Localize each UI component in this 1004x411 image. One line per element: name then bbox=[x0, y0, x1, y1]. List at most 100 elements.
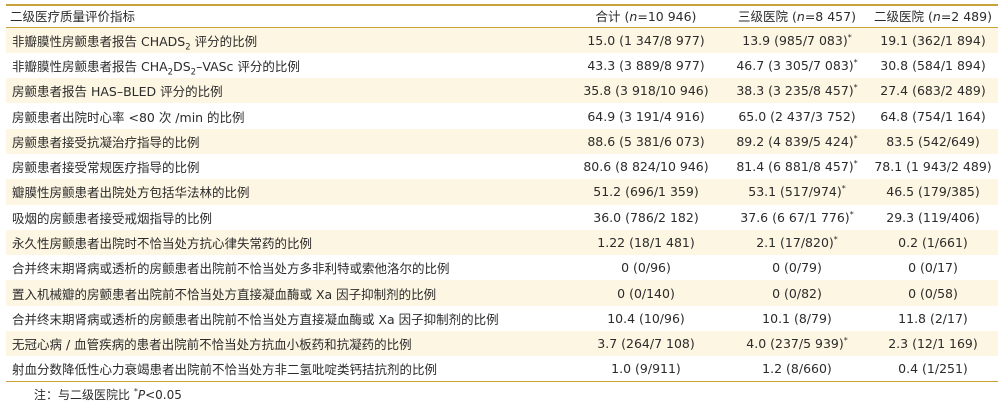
header-total: 合计 (n=10 946) bbox=[566, 5, 726, 28]
row-indicator-text: 非瓣膜性房颤患者报告 CHA bbox=[12, 58, 168, 74]
quality-indicator-table: 二级医疗质量评价指标 合计 (n=10 946) 三级医院 (n=8 457) … bbox=[6, 4, 998, 383]
row-tertiary: 10.1 (8/79) bbox=[726, 306, 868, 331]
row-total: 35.8 (3 918/10 946) bbox=[583, 83, 709, 99]
row-tertiary: 4.0 (237/5 939)* bbox=[726, 331, 868, 356]
table-row: 置入机械瓣的房颤患者出院前不恰当处方直接凝血酶或 Xa 因子抑制剂的比例 0 (… bbox=[6, 280, 998, 306]
header-secondary-label: 二级医院 ( bbox=[874, 9, 933, 24]
row-tertiary: 2.1 (17/820)* bbox=[726, 230, 868, 255]
row-indicator: 房颤患者接受抗凝治疗指导的比例 bbox=[12, 134, 200, 150]
header-row: 二级医疗质量评价指标 合计 (n=10 946) 三级医院 (n=8 457) … bbox=[6, 5, 998, 28]
row-secondary: 30.8 (584/1 894) bbox=[880, 57, 986, 73]
header-secondary: 二级医院 (n=2 489) bbox=[868, 5, 998, 28]
significance-marker: * bbox=[841, 184, 846, 194]
significance-marker: * bbox=[833, 234, 838, 244]
table-body: 非瓣膜性房颤患者报告 CHADS2 评分的比例 15.0 (1 347/8 97… bbox=[6, 27, 998, 383]
row-secondary: 0 (0/17) bbox=[908, 260, 958, 276]
row-total: 36.0 (786/2 182) bbox=[593, 209, 699, 225]
header-indicator-label: 二级医疗质量评价指标 bbox=[10, 9, 136, 24]
row-tertiary-value: 10.1 (8/79) bbox=[762, 310, 832, 326]
footnote-p: P bbox=[137, 388, 146, 402]
row-indicator: 置入机械瓣的房颤患者出院前不恰当处方直接凝血酶或 Xa 因子抑制剂的比例 bbox=[12, 286, 437, 302]
row-tertiary-value: 38.3 (3 235/8 457) bbox=[736, 83, 854, 99]
header-tertiary-label: 三级医院 ( bbox=[738, 9, 797, 24]
footnote-text: 注：与二级医院比 bbox=[34, 388, 134, 402]
row-tertiary: 46.7 (3 305/7 083)* bbox=[726, 53, 868, 78]
header-indicator: 二级医疗质量评价指标 bbox=[6, 5, 566, 28]
table-row: 永久性房颤患者出院时不恰当处方抗心律失常药的比例 1.22 (18/1 481)… bbox=[6, 229, 998, 256]
table-row: 房颤患者接受抗凝治疗指导的比例 88.6 (5 381/6 073) 89.2 … bbox=[6, 128, 998, 154]
row-tertiary-value: 2.1 (17/820) bbox=[756, 235, 834, 251]
row-tertiary: 37.6 (6 67/1 776)* bbox=[726, 205, 868, 230]
row-tertiary-value: 81.4 (6 881/8 457) bbox=[736, 159, 854, 175]
table-row: 非瓣膜性房颤患者报告 CHADS2 评分的比例 15.0 (1 347/8 97… bbox=[6, 27, 998, 53]
row-total: 15.0 (1 347/8 977) bbox=[587, 32, 705, 48]
row-tertiary: 53.1 (517/974)* bbox=[726, 179, 868, 204]
table-row: 合并终末期肾病或透析的房颤患者出院前不恰当处方多非利特或索他洛尔的比例 0 (0… bbox=[6, 255, 998, 281]
row-tertiary-value: 0 (0/79) bbox=[772, 260, 822, 276]
row-total: 64.9 (3 191/4 916) bbox=[587, 108, 705, 124]
footnote-threshold: <0.05 bbox=[145, 388, 182, 402]
significance-marker: * bbox=[853, 133, 858, 143]
row-indicator-text: 非瓣膜性房颤患者报告 CHADS bbox=[12, 33, 186, 49]
row-total: 10.4 (10/96) bbox=[607, 310, 685, 326]
row-total: 51.2 (696/1 359) bbox=[593, 184, 699, 200]
table-row: 吸烟的房颤患者接受戒烟指导的比例 36.0 (786/2 182) 37.6 (… bbox=[6, 204, 998, 230]
row-tertiary-value: 1.2 (8/660) bbox=[762, 361, 832, 377]
row-tertiary-value: 53.1 (517/974) bbox=[748, 184, 842, 200]
table-row: 射血分数降低性心力衰竭患者出院前不恰当处方非二氢吡啶类钙拮抗剂的比例 1.0 (… bbox=[6, 356, 998, 383]
significance-marker: * bbox=[843, 336, 848, 346]
row-total: 1.22 (18/1 481) bbox=[597, 235, 695, 251]
row-indicator: 永久性房颤患者出院时不恰当处方抗心律失常药的比例 bbox=[12, 236, 313, 252]
row-secondary: 0.2 (1/661) bbox=[898, 235, 968, 251]
row-indicator-text-mid: DS bbox=[173, 58, 191, 74]
row-tertiary: 89.2 (4 839/5 424)* bbox=[726, 129, 868, 154]
significance-marker: * bbox=[853, 83, 858, 93]
row-total: 0 (0/96) bbox=[621, 260, 671, 276]
row-secondary: 83.5 (542/649) bbox=[886, 133, 980, 149]
row-tertiary: 81.4 (6 881/8 457)* bbox=[726, 154, 868, 179]
row-secondary: 0 (0/58) bbox=[908, 285, 958, 301]
row-indicator: 房颤患者出院时心率 <80 次 /min 的比例 bbox=[12, 109, 245, 125]
table-row: 房颤患者出院时心率 <80 次 /min 的比例 64.9 (3 191/4 9… bbox=[6, 103, 998, 129]
row-tertiary-value: 65.0 (2 437/3 752) bbox=[738, 108, 856, 124]
row-secondary: 64.8 (754/1 164) bbox=[880, 108, 986, 124]
header-total-label: 合计 ( bbox=[595, 9, 630, 24]
row-tertiary-value: 37.6 (6 67/1 776) bbox=[740, 209, 850, 225]
row-tertiary: 0 (0/82) bbox=[726, 280, 868, 305]
table-row: 瓣膜性房颤患者出院处方包括华法林的比例 51.2 (696/1 359) 53.… bbox=[6, 179, 998, 205]
row-tertiary-value: 0 (0/82) bbox=[772, 285, 822, 301]
header-tertiary: 三级医院 (n=8 457) bbox=[726, 5, 868, 28]
row-indicator: 合并终末期肾病或透析的房颤患者出院前不恰当处方多非利特或索他洛尔的比例 bbox=[12, 261, 450, 277]
row-indicator: 非瓣膜性房颤患者报告 CHA2DS2–VASc 评分的比例 bbox=[6, 53, 566, 78]
row-tertiary: 38.3 (3 235/8 457)* bbox=[726, 78, 868, 103]
header-tertiary-n: n bbox=[796, 9, 805, 24]
row-tertiary-value: 13.9 (985/7 083) bbox=[742, 32, 848, 48]
row-secondary: 29.3 (119/406) bbox=[886, 209, 980, 225]
row-total: 3.7 (264/7 108) bbox=[597, 336, 695, 352]
row-tertiary: 1.2 (8/660) bbox=[726, 356, 868, 383]
row-tertiary-value: 46.7 (3 305/7 083) bbox=[736, 57, 854, 73]
row-indicator-text-end: 评分的比例 bbox=[190, 33, 258, 49]
row-indicator-text-end: –VASc 评分的比例 bbox=[196, 58, 300, 74]
row-indicator: 非瓣膜性房颤患者报告 CHADS2 评分的比例 bbox=[6, 28, 566, 53]
row-total: 88.6 (5 381/6 073) bbox=[587, 133, 705, 149]
row-total: 0 (0/140) bbox=[617, 285, 675, 301]
row-secondary: 11.8 (2/17) bbox=[898, 310, 968, 326]
row-indicator: 合并终末期肾病或透析的房颤患者出院前不恰当处方直接凝血酶或 Xa 因子抑制剂的比… bbox=[12, 311, 499, 327]
table-row: 合并终末期肾病或透析的房颤患者出院前不恰当处方直接凝血酶或 Xa 因子抑制剂的比… bbox=[6, 305, 998, 332]
row-tertiary-value: 89.2 (4 839/5 424) bbox=[736, 133, 854, 149]
table-row: 非瓣膜性房颤患者报告 CHA2DS2–VASc 评分的比例 43.3 (3 88… bbox=[6, 52, 998, 79]
row-secondary: 19.1 (362/1 894) bbox=[880, 32, 986, 48]
header-tertiary-count: =8 457) bbox=[804, 9, 856, 24]
row-tertiary: 0 (0/79) bbox=[726, 255, 868, 280]
table-row: 房颤患者接受常规医疗指导的比例 80.6 (8 824/10 946) 81.4… bbox=[6, 153, 998, 180]
table-row: 房颤患者报告 HAS–BLED 评分的比例 35.8 (3 918/10 946… bbox=[6, 78, 998, 104]
significance-marker: * bbox=[853, 57, 858, 67]
row-secondary: 2.3 (12/1 169) bbox=[888, 336, 978, 352]
row-indicator: 无冠心病 / 血管疾病的患者出院前不恰当处方抗血小板药和抗凝药的比例 bbox=[12, 337, 412, 353]
table-footnote: 注：与二级医院比 *P<0.05 bbox=[34, 386, 182, 403]
row-tertiary-value: 4.0 (237/5 939) bbox=[746, 336, 844, 352]
table-figure: 二级医疗质量评价指标 合计 (n=10 946) 三级医院 (n=8 457) … bbox=[0, 0, 1004, 411]
row-indicator: 瓣膜性房颤患者出院处方包括华法林的比例 bbox=[12, 185, 250, 201]
row-total: 43.3 (3 889/8 977) bbox=[587, 57, 705, 73]
